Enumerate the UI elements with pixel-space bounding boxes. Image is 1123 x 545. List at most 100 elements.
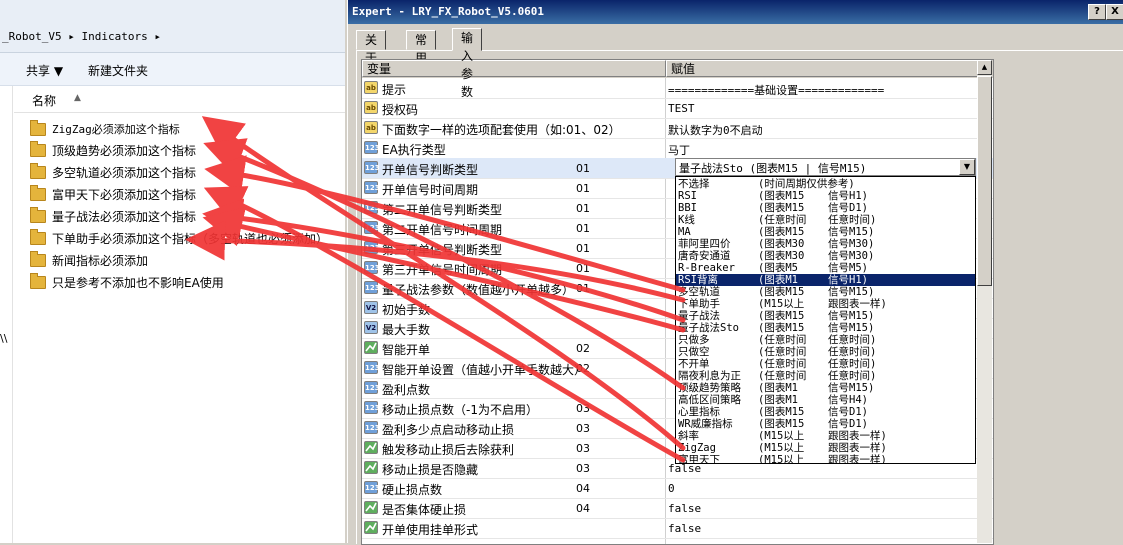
- option-signal-period: 任意时间): [828, 334, 877, 346]
- param-group-code: 03: [576, 462, 590, 475]
- param-name: 是否集体硬止损: [382, 503, 467, 517]
- dropdown-option[interactable]: 只做空 (任意时间 任意时间): [676, 346, 975, 358]
- scroll-thumb[interactable]: [977, 76, 992, 286]
- list-item[interactable]: 多空轨道必须添加这个指标: [30, 161, 196, 183]
- breadcrumb[interactable]: _Robot_V5 ▸ Indicators ▸: [2, 30, 161, 43]
- param-value[interactable]: false: [668, 522, 701, 535]
- dropdown-option[interactable]: RSI背离 (图表M1 信号H1): [676, 274, 975, 286]
- file-name: 下单助手必须添加这个指标（多空轨道也必须添加）: [52, 231, 329, 246]
- dropdown-option[interactable]: 心里指标 (图表M15 信号D1): [676, 406, 975, 418]
- scroll-up-icon[interactable]: ▲: [977, 60, 992, 75]
- dialog-titlebar[interactable]: Expert - LRY_FX_Robot_V5.0601 ? X: [348, 0, 1123, 24]
- param-group-code: 01: [576, 262, 590, 275]
- param-group-code: 02: [576, 362, 590, 375]
- dropdown-option[interactable]: K线 (任意时间 任意时间): [676, 214, 975, 226]
- chevron-down-icon[interactable]: ▼: [959, 159, 975, 175]
- dropdown-option[interactable]: ZigZag (M15以上 跟图表一样): [676, 442, 975, 454]
- dropdown-option[interactable]: 斜率 (M15以上 跟图表一样): [676, 430, 975, 442]
- dropdown-option[interactable]: BBI (图表M15 信号D1): [676, 202, 975, 214]
- name-column-header[interactable]: 名称: [32, 92, 56, 109]
- folder-icon: [30, 140, 46, 157]
- dropdown-option[interactable]: 多空轨道 (图表M15 信号M15): [676, 286, 975, 298]
- share-button[interactable]: 共享 ▼: [26, 62, 63, 79]
- param-value[interactable]: false: [668, 502, 701, 515]
- table-row[interactable]: 123 硬止损点数 04 0: [362, 478, 993, 499]
- param-value[interactable]: 0: [668, 482, 675, 495]
- dialog-title: Expert - LRY_FX_Robot_V5.0601: [352, 5, 545, 18]
- table-row[interactable]: 123 EA执行类型 马丁: [362, 138, 993, 159]
- tab-common[interactable]: 常用: [406, 30, 437, 65]
- list-item[interactable]: 下单助手必须添加这个指标（多空轨道也必须添加）: [30, 227, 328, 249]
- new-folder-button[interactable]: 新建文件夹: [88, 62, 148, 79]
- folder-icon: [30, 184, 46, 201]
- list-item[interactable]: ZigZag必须添加这个指标: [30, 118, 180, 140]
- list-item[interactable]: 量子战法必须添加这个指标: [30, 205, 196, 227]
- vertical-scrollbar[interactable]: ▲: [977, 60, 992, 543]
- dropdown-option[interactable]: 高低区间策略 (图表M1 信号H4): [676, 394, 975, 406]
- dropdown-option[interactable]: 唐奇安通道 (图表M30 信号M30): [676, 250, 975, 262]
- option-name: 富甲天下: [678, 454, 720, 464]
- param-value[interactable]: =============基础设置=============: [668, 82, 884, 98]
- dropdown-option[interactable]: 只做多 (任意时间 任意时间): [676, 334, 975, 346]
- table-row[interactable]: ab 授权码 TEST: [362, 98, 993, 119]
- file-name: 顶级趋势必须添加这个指标: [52, 143, 197, 158]
- table-row[interactable]: ab 下面数字一样的选项配套使用（如:01、02） 默认数字为0不启动: [362, 118, 993, 139]
- option-chart-period: (图表M30: [758, 250, 805, 262]
- option-name: RSI背离: [678, 274, 718, 286]
- param-value[interactable]: 默认数字为0不启动: [668, 122, 763, 138]
- value-column-header[interactable]: 赋值: [666, 60, 978, 77]
- table-row[interactable]: ab 提示 =============基础设置=============: [362, 78, 993, 99]
- close-button[interactable]: X: [1106, 4, 1123, 20]
- dropdown-option[interactable]: 顶级趋势策略 (图表M1 信号M15): [676, 382, 975, 394]
- help-button[interactable]: ?: [1088, 4, 1106, 20]
- dropdown-option[interactable]: 量子战法 (图表M15 信号M15): [676, 310, 975, 322]
- option-signal-period: 跟图表一样): [828, 298, 887, 310]
- option-name: R-Breaker: [678, 262, 735, 274]
- dropdown-option[interactable]: 不开单 (任意时间 任意时间): [676, 358, 975, 370]
- dropdown-option[interactable]: 下单助手 (M15以上 跟图表一样): [676, 298, 975, 310]
- dropdown-option[interactable]: MA (图表M15 信号M15): [676, 226, 975, 238]
- signal-type-dropdown[interactable]: 不选择 (时间周期仅供参考) RSI (图表M15 信号H1) BBI (图表M15 信号D1…: [675, 176, 976, 464]
- dropdown-option[interactable]: 不选择 (时间周期仅供参考): [676, 178, 975, 190]
- variable-column-header[interactable]: 变量: [362, 60, 666, 77]
- option-name: 唐奇安通道: [678, 250, 731, 262]
- double-type-icon: V2: [364, 321, 378, 334]
- address-bar[interactable]: _Robot_V5 ▸ Indicators ▸: [0, 0, 345, 53]
- option-name: 高低区间策略: [678, 394, 741, 406]
- signal-type-combo[interactable]: 量子战法Sto (图表M15 | 信号M15) ▼: [675, 158, 976, 176]
- table-row[interactable]: 是否集体硬止损 04 false: [362, 498, 993, 519]
- tab-inputs[interactable]: 输入参数: [452, 28, 483, 99]
- option-chart-period: (图表M15: [758, 310, 805, 322]
- option-signal-period: 任意时间): [828, 346, 877, 358]
- list-item[interactable]: 富甲天下必须添加这个指标: [30, 183, 196, 205]
- param-name: 盈利多少点启动移动止损: [382, 423, 515, 437]
- dropdown-option[interactable]: 量子战法Sto (图表M15 信号M15): [676, 322, 975, 334]
- dropdown-option[interactable]: R-Breaker (图表M5 信号M5): [676, 262, 975, 274]
- navigation-pane[interactable]: \\: [0, 86, 13, 543]
- option-name: MA: [678, 226, 691, 238]
- dropdown-option[interactable]: RSI (图表M15 信号H1): [676, 190, 975, 202]
- tab-about[interactable]: 关于: [356, 30, 387, 65]
- param-name: 开单信号判断类型: [382, 163, 479, 177]
- list-item[interactable]: 只是参考不添加也不影响EA使用: [30, 271, 224, 293]
- dropdown-option[interactable]: 菲阿里四价 (图表M30 信号M30): [676, 238, 975, 250]
- dropdown-option[interactable]: WR威廉指标 (图表M15 信号D1): [676, 418, 975, 430]
- param-value[interactable]: TEST: [668, 102, 695, 115]
- option-signal-period: 信号M15): [828, 310, 875, 322]
- param-name: 提示: [382, 83, 407, 97]
- option-signal-period: 任意时间): [828, 214, 877, 226]
- param-name: 第二开单信号判断类型: [382, 203, 503, 217]
- list-item[interactable]: 顶级趋势必须添加这个指标: [30, 139, 196, 161]
- table-row[interactable]: 开单使用挂单形式 false: [362, 518, 993, 539]
- list-item[interactable]: 新闻指标必须添加: [30, 249, 148, 271]
- dropdown-option[interactable]: 富甲天下 (M15以上 跟图表一样): [676, 454, 975, 464]
- file-name: 富甲天下必须添加这个指标: [52, 187, 197, 202]
- param-name: 智能开单: [382, 343, 431, 357]
- dropdown-option[interactable]: 隔夜利息为正 (任意时间 任意时间): [676, 370, 975, 382]
- option-chart-period: (图表M1: [758, 382, 798, 394]
- param-group-code: 03: [576, 422, 590, 435]
- option-name: 顶级趋势策略: [678, 382, 741, 394]
- param-value[interactable]: 马丁: [668, 142, 690, 158]
- option-signal-period: 跟图表一样): [828, 454, 887, 464]
- param-name: EA执行类型: [382, 143, 446, 157]
